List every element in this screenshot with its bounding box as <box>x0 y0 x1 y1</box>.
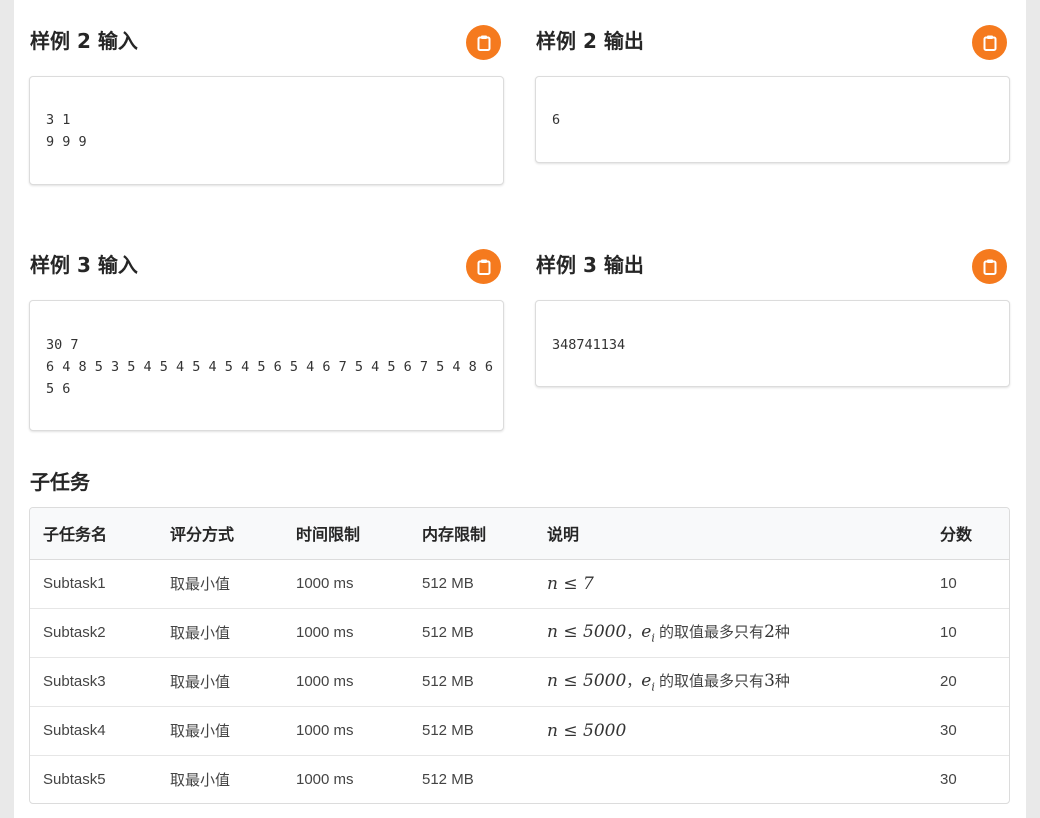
memory-limit: 512 MB <box>422 771 474 789</box>
separator: ， <box>626 623 642 641</box>
sample-3-input-title: 样例 3 输入 <box>30 253 138 277</box>
memory-limit: 512 MB <box>422 673 474 690</box>
description-tail: 种 <box>774 623 790 641</box>
table-row: Subtask4 取最小值 1000 ms 512 MB n ≤ 5000 30 <box>30 706 1009 755</box>
subtask-name: Subtask3 <box>43 673 106 690</box>
count-math: 3 <box>764 670 775 691</box>
variable-math: ei <box>641 621 655 645</box>
sample-2-output-box: 6 <box>535 76 1010 163</box>
description: n ≤ 7 <box>534 559 927 608</box>
memory-limit: 512 MB <box>422 575 474 592</box>
description-text: 的取值最多只有 <box>659 672 765 690</box>
clipboard-icon <box>983 35 996 51</box>
description: n ≤ 5000，ei 的取值最多只有3种 <box>534 657 927 706</box>
clipboard-icon <box>477 259 490 275</box>
constraint-math: n ≤ 5000 <box>547 621 627 642</box>
description: n ≤ 5000 <box>534 706 927 755</box>
subtasks-title: 子任务 <box>30 470 90 494</box>
score: 10 <box>940 624 957 641</box>
sample-3-output-box: 348741134 <box>535 300 1010 387</box>
score: 30 <box>940 722 957 739</box>
table-header-row: 子任务名 评分方式 时间限制 内存限制 说明 分数 <box>30 508 1009 560</box>
table-row: Subtask1 取最小值 1000 ms 512 MB n ≤ 7 10 <box>30 559 1009 608</box>
table-row: Subtask5 取最小值 1000 ms 512 MB 30 <box>30 755 1009 803</box>
scoring-mode: 取最小值 <box>170 723 231 740</box>
subtask-name: Subtask1 <box>43 575 106 592</box>
time-limit: 1000 ms <box>296 575 354 592</box>
copy-sample-3-input-button[interactable] <box>466 249 501 284</box>
scoring-mode: 取最小值 <box>170 576 231 593</box>
score: 20 <box>940 673 957 690</box>
scoring-mode: 取最小值 <box>170 772 231 790</box>
time-limit: 1000 ms <box>296 771 354 789</box>
header-description: 说明 <box>534 508 927 560</box>
table-row: Subtask3 取最小值 1000 ms 512 MB n ≤ 5000，ei… <box>30 657 1009 706</box>
header-time-limit: 时间限制 <box>283 508 409 560</box>
variable-subscript: i <box>651 631 655 645</box>
sample-2-input-text: 3 1 9 9 9 <box>46 112 87 150</box>
score: 30 <box>940 771 957 789</box>
memory-limit: 512 MB <box>422 624 474 641</box>
clipboard-icon <box>983 259 996 275</box>
variable-name: e <box>641 670 652 691</box>
scoring-mode: 取最小值 <box>170 674 231 691</box>
subtask-name: Subtask4 <box>43 722 106 739</box>
copy-sample-3-output-button[interactable] <box>972 249 1007 284</box>
sample-3-input-box: 30 7 6 4 8 5 3 5 4 5 4 5 4 5 4 5 6 5 4 6… <box>29 300 504 431</box>
subtask-name: Subtask5 <box>43 771 106 789</box>
sample-2-input-title: 样例 2 输入 <box>30 29 138 53</box>
copy-sample-2-input-button[interactable] <box>466 25 501 60</box>
count-math: 2 <box>764 621 775 642</box>
header-memory-limit: 内存限制 <box>409 508 534 560</box>
sample-3-input-text: 30 7 6 4 8 5 3 5 4 5 4 5 4 5 4 5 6 5 4 6… <box>46 337 494 397</box>
memory-limit: 512 MB <box>422 722 474 739</box>
subtask-name: Subtask2 <box>43 624 106 641</box>
header-subtask-name: 子任务名 <box>30 508 157 560</box>
description-text: 的取值最多只有 <box>659 623 765 641</box>
score: 10 <box>940 575 957 592</box>
time-limit: 1000 ms <box>296 673 354 690</box>
table-row: Subtask2 取最小值 1000 ms 512 MB n ≤ 5000，ei… <box>30 608 1009 657</box>
scoring-mode: 取最小值 <box>170 625 231 642</box>
sample-2-output-title: 样例 2 输出 <box>536 29 644 53</box>
clipboard-icon <box>477 35 490 51</box>
subtasks-table: 子任务名 评分方式 时间限制 内存限制 说明 分数 Subtask1 取最小值 … <box>29 507 1010 804</box>
variable-math: ei <box>641 670 655 694</box>
header-scoring-mode: 评分方式 <box>157 508 283 560</box>
variable-subscript: i <box>651 680 655 694</box>
time-limit: 1000 ms <box>296 624 354 641</box>
constraint-math: n ≤ 7 <box>547 573 594 594</box>
variable-name: e <box>641 621 652 642</box>
time-limit: 1000 ms <box>296 722 354 739</box>
sample-3-output-text: 348741134 <box>552 337 626 353</box>
description-tail: 种 <box>774 672 790 690</box>
constraint-math: n ≤ 5000 <box>547 720 627 741</box>
separator: ， <box>626 672 642 690</box>
problem-page: 样例 2 输入 3 1 9 9 9 样例 2 输出 6 样例 3 输入 30 7… <box>14 0 1026 818</box>
constraint-math: n ≤ 5000 <box>547 670 627 691</box>
description <box>534 755 927 803</box>
copy-sample-2-output-button[interactable] <box>972 25 1007 60</box>
sample-2-output-text: 6 <box>552 112 561 128</box>
header-score: 分数 <box>927 508 1009 560</box>
description: n ≤ 5000，ei 的取值最多只有2种 <box>534 608 927 657</box>
sample-3-output-title: 样例 3 输出 <box>536 253 644 277</box>
sample-2-input-box: 3 1 9 9 9 <box>29 76 504 185</box>
